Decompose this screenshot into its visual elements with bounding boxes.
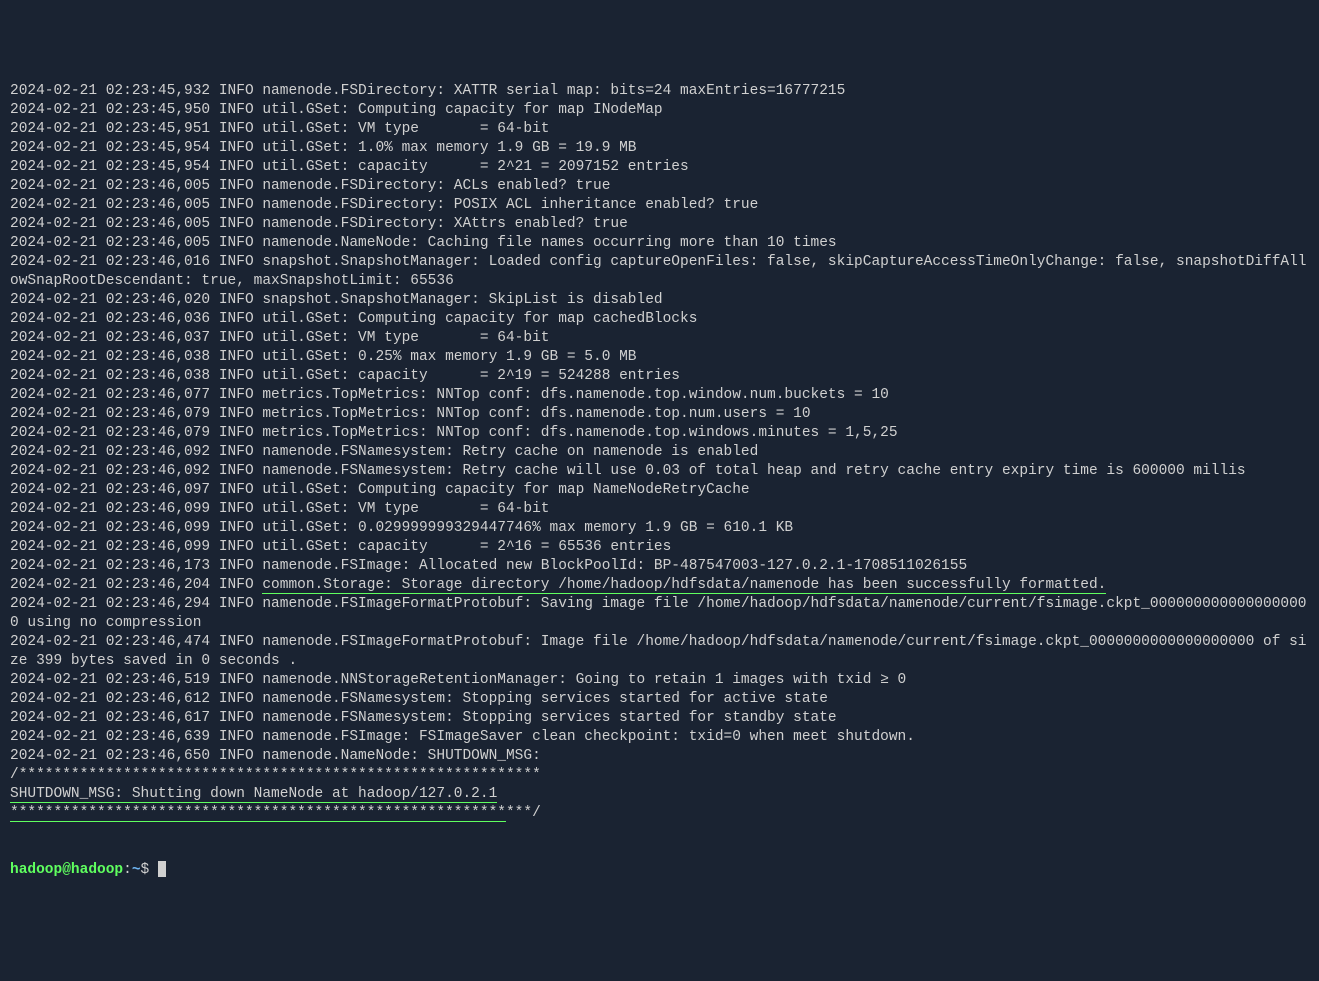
log-line: SHUTDOWN_MSG: Shutting down NameNode at …	[10, 785, 1309, 804]
log-line: 2024-02-21 02:23:46,036 INFO util.GSet: …	[10, 310, 1309, 329]
log-line: 2024-02-21 02:23:46,016 INFO snapshot.Sn…	[10, 253, 1309, 291]
prompt-symbol: $	[141, 862, 150, 878]
prompt-colon: :	[123, 862, 132, 878]
log-line: 2024-02-21 02:23:46,092 INFO namenode.FS…	[10, 462, 1309, 481]
log-line: 2024-02-21 02:23:46,020 INFO snapshot.Sn…	[10, 291, 1309, 310]
prompt-line[interactable]: hadoop@hadoop:~$	[10, 861, 1309, 880]
log-line: 2024-02-21 02:23:45,954 INFO util.GSet: …	[10, 158, 1309, 177]
prompt-space	[149, 862, 158, 878]
log-line: 2024-02-21 02:23:46,099 INFO util.GSet: …	[10, 500, 1309, 519]
log-line: 2024-02-21 02:23:46,005 INFO namenode.FS…	[10, 177, 1309, 196]
log-line: 2024-02-21 02:23:46,038 INFO util.GSet: …	[10, 348, 1309, 367]
log-line: 2024-02-21 02:23:46,474 INFO namenode.FS…	[10, 633, 1309, 671]
log-line: 2024-02-21 02:23:45,954 INFO util.GSet: …	[10, 139, 1309, 158]
log-line: 2024-02-21 02:23:46,612 INFO namenode.FS…	[10, 690, 1309, 709]
cursor-icon	[158, 861, 166, 877]
log-line: 2024-02-21 02:23:46,639 INFO namenode.FS…	[10, 728, 1309, 747]
prompt-path: ~	[132, 862, 141, 878]
log-line: 2024-02-21 02:23:46,173 INFO namenode.FS…	[10, 557, 1309, 576]
log-line: 2024-02-21 02:23:46,077 INFO metrics.Top…	[10, 386, 1309, 405]
log-line: 2024-02-21 02:23:46,038 INFO util.GSet: …	[10, 367, 1309, 386]
log-line: 2024-02-21 02:23:46,099 INFO util.GSet: …	[10, 538, 1309, 557]
log-line: 2024-02-21 02:23:45,951 INFO util.GSet: …	[10, 120, 1309, 139]
log-line: 2024-02-21 02:23:46,079 INFO metrics.Top…	[10, 424, 1309, 443]
log-line: 2024-02-21 02:23:46,092 INFO namenode.FS…	[10, 443, 1309, 462]
log-line: 2024-02-21 02:23:46,037 INFO util.GSet: …	[10, 329, 1309, 348]
log-line: 2024-02-21 02:23:46,099 INFO util.GSet: …	[10, 519, 1309, 538]
prompt-user: hadoop@hadoop	[10, 862, 123, 878]
log-line: 2024-02-21 02:23:46,204 INFO common.Stor…	[10, 576, 1309, 595]
log-line: 2024-02-21 02:23:46,294 INFO namenode.FS…	[10, 595, 1309, 633]
log-line: 2024-02-21 02:23:46,005 INFO namenode.FS…	[10, 215, 1309, 234]
terminal-output[interactable]: 2024-02-21 02:23:45,932 INFO namenode.FS…	[10, 82, 1309, 823]
log-line: 2024-02-21 02:23:46,005 INFO namenode.FS…	[10, 196, 1309, 215]
log-line: 2024-02-21 02:23:45,932 INFO namenode.FS…	[10, 82, 1309, 101]
log-line: 2024-02-21 02:23:46,617 INFO namenode.FS…	[10, 709, 1309, 728]
log-line: 2024-02-21 02:23:46,097 INFO util.GSet: …	[10, 481, 1309, 500]
log-line: 2024-02-21 02:23:46,079 INFO metrics.Top…	[10, 405, 1309, 424]
log-line: ****************************************…	[10, 804, 1309, 823]
log-line: 2024-02-21 02:23:46,005 INFO namenode.Na…	[10, 234, 1309, 253]
log-line: /***************************************…	[10, 766, 1309, 785]
log-line: 2024-02-21 02:23:46,519 INFO namenode.NN…	[10, 671, 1309, 690]
log-line: 2024-02-21 02:23:46,650 INFO namenode.Na…	[10, 747, 1309, 766]
log-line: 2024-02-21 02:23:45,950 INFO util.GSet: …	[10, 101, 1309, 120]
